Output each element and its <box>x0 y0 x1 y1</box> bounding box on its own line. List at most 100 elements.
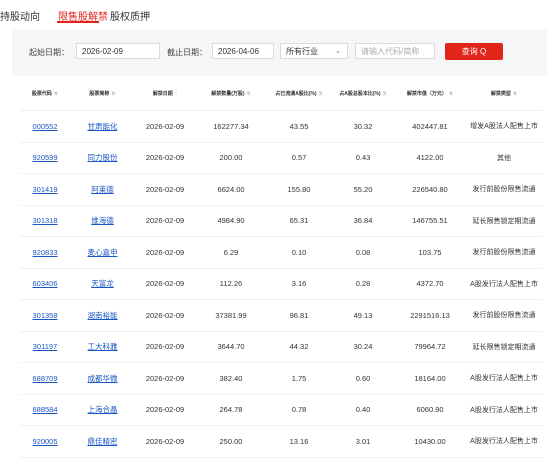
end-date-input[interactable]: 2026-04-06 <box>212 43 274 59</box>
stock-name-link[interactable]: 成都华微 <box>70 362 135 395</box>
tab-holdings[interactable]: 持股动向 <box>0 8 40 23</box>
table-row: 301358 湖南裕能 2026-02-09 37381.99 96.81 49… <box>20 299 543 332</box>
header-release-qty[interactable]: 解禁数量(万股) ⇅ <box>195 78 267 111</box>
float-pct: 43.55 <box>267 110 331 143</box>
stock-name-link[interactable]: 阿莱德 <box>70 173 135 206</box>
release-date: 2026-02-09 <box>135 236 195 269</box>
sort-icon: ⇅ <box>318 90 323 97</box>
stock-search-input[interactable]: 请输入代码/简称 <box>355 43 435 59</box>
release-type: A股发行法人配售上市 <box>465 362 543 395</box>
header-stock-code[interactable]: 股票代码 ⇅ <box>20 78 70 111</box>
stock-code-link[interactable]: 603406 <box>20 268 70 300</box>
release-type: A股发行法人配售上市 <box>465 425 543 458</box>
float-pct: 96.81 <box>267 299 331 332</box>
stock-name-link[interactable]: 甘肃能化 <box>70 110 135 143</box>
stock-code-link[interactable]: 688584 <box>20 394 70 426</box>
release-qty: 37381.99 <box>195 299 267 332</box>
release-type: 发行前股份限售流通 <box>465 236 543 269</box>
float-pct: 65.31 <box>267 205 331 237</box>
release-value: 4372.70 <box>395 268 465 300</box>
stock-name-link[interactable]: 鼎佳精密 <box>70 425 135 458</box>
stock-code-link[interactable]: 301197 <box>20 331 70 363</box>
total-pct: 49.13 <box>331 299 395 332</box>
stock-code-link[interactable]: 000552 <box>20 110 70 143</box>
stock-name-link[interactable]: 工大科雅 <box>70 331 135 363</box>
release-date: 2026-02-09 <box>135 110 195 143</box>
active-tab-underline <box>57 21 99 23</box>
table-row: 920833 麦心嘉申 2026-02-09 6.29 0.10 0.08 10… <box>20 236 543 269</box>
stock-code-link[interactable]: 920005 <box>20 425 70 458</box>
total-pct: 55.20 <box>331 173 395 206</box>
table-row: 301197 工大科雅 2026-02-09 3644.70 44.32 30.… <box>20 331 543 363</box>
header-release-type[interactable]: 解禁类型 ⇅ <box>465 78 543 111</box>
stock-code-link[interactable]: 920833 <box>20 236 70 269</box>
stock-name-link[interactable]: 天富龙 <box>70 268 135 300</box>
total-pct: 30.32 <box>331 110 395 143</box>
release-type: A股发行法人配售上市 <box>465 268 543 300</box>
stock-name-link[interactable]: 维海德 <box>70 205 135 237</box>
release-date: 2026-02-09 <box>135 268 195 300</box>
release-date: 2026-02-09 <box>135 142 195 174</box>
release-date: 2026-02-09 <box>135 394 195 426</box>
tab-equity-pledge[interactable]: 股权质押 <box>110 8 150 23</box>
stock-code-link[interactable]: 688709 <box>20 362 70 395</box>
stock-code-link[interactable]: 301318 <box>20 205 70 237</box>
industry-select-value: 所有行业 <box>286 47 318 56</box>
release-type: 发行前股份限售流通 <box>465 173 543 206</box>
total-pct: 0.40 <box>331 394 395 426</box>
start-date-input[interactable]: 2026-02-09 <box>76 43 160 59</box>
total-pct: 0.28 <box>331 268 395 300</box>
release-date: 2026-02-09 <box>135 173 195 206</box>
stock-code-link[interactable]: 301419 <box>20 173 70 206</box>
release-qty: 162277.34 <box>195 110 267 143</box>
stock-name-link[interactable]: 湖南裕能 <box>70 299 135 332</box>
release-date: 2026-02-09 <box>135 205 195 237</box>
sort-icon: ⇅ <box>111 90 116 97</box>
float-pct: 1.75 <box>267 362 331 395</box>
release-type: 增发A股法人配售上市 <box>465 110 543 143</box>
table-row: 603406 天富龙 2026-02-09 112.26 3.16 0.28 4… <box>20 268 543 300</box>
release-qty: 6624.00 <box>195 173 267 206</box>
stock-code-link[interactable]: 301358 <box>20 299 70 332</box>
query-button[interactable]: 查询 Q <box>445 43 503 60</box>
float-pct: 0.57 <box>267 142 331 174</box>
release-qty: 250.00 <box>195 425 267 458</box>
header-release-value[interactable]: 解禁市值（万元） ⇅ <box>395 78 465 111</box>
top-tabs: 持股动向 限售股解禁 股权质押 <box>0 0 553 28</box>
sort-icon: ⇅ <box>448 90 454 97</box>
header-release-date[interactable]: 解禁日期 ↑ <box>135 78 195 111</box>
release-type: 延长限售锁定期流通 <box>465 205 543 237</box>
header-total-pct[interactable]: 占A股总股本比(%) ⇅ <box>331 78 395 111</box>
total-pct: 30.24 <box>331 331 395 363</box>
release-qty: 264.78 <box>195 394 267 426</box>
release-type: 延长限售锁定期流通 <box>465 331 543 363</box>
release-value: 2291516.13 <box>395 299 465 332</box>
release-date: 2026-02-09 <box>135 362 195 395</box>
release-date: 2026-02-09 <box>135 331 195 363</box>
table-header-row: 股票代码 ⇅ 股票简称 ⇅ 解禁日期 ↑ 解禁数量(万股) ⇅ 占已流通A股比(%) ⇅ … <box>20 78 543 111</box>
sort-icon: ⇅ <box>512 90 518 97</box>
total-pct: 0.43 <box>331 142 395 174</box>
stock-name-link[interactable]: 麦心嘉申 <box>70 236 135 269</box>
table-row: 920599 同力股份 2026-02-09 200.00 0.57 0.43 … <box>20 142 543 174</box>
chevron-down-icon: ⌄ <box>335 48 341 55</box>
release-type: 其他 <box>465 142 543 174</box>
table-row: 688709 成都华微 2026-02-09 382.40 1.75 0.60 … <box>20 362 543 395</box>
table-row: 920005 鼎佳精密 2026-02-09 250.00 13.16 3.01… <box>20 425 543 458</box>
header-stock-name[interactable]: 股票简称 ⇅ <box>70 78 135 111</box>
total-pct: 0.60 <box>331 362 395 395</box>
total-pct: 0.08 <box>331 236 395 269</box>
release-qty: 112.26 <box>195 268 267 300</box>
release-date: 2026-02-09 <box>135 425 195 458</box>
header-float-pct[interactable]: 占已流通A股比(%) ⇅ <box>267 78 331 111</box>
content-panel: 起始日期： 2026-02-09 截止日期： 2026-04-06 所有行业 ⌄… <box>12 30 547 458</box>
stock-name-link[interactable]: 同力股份 <box>70 142 135 174</box>
table-row: 000552 甘肃能化 2026-02-09 162277.34 43.55 3… <box>20 110 543 143</box>
stock-name-link[interactable]: 上海合晶 <box>70 394 135 426</box>
release-qty: 3644.70 <box>195 331 267 363</box>
stock-code-link[interactable]: 920599 <box>20 142 70 174</box>
release-value: 146755.51 <box>395 205 465 237</box>
industry-select[interactable]: 所有行业 ⌄ <box>280 43 348 59</box>
table-row: 301318 维海德 2026-02-09 4984.90 65.31 36.8… <box>20 205 543 237</box>
float-pct: 3.16 <box>267 268 331 300</box>
